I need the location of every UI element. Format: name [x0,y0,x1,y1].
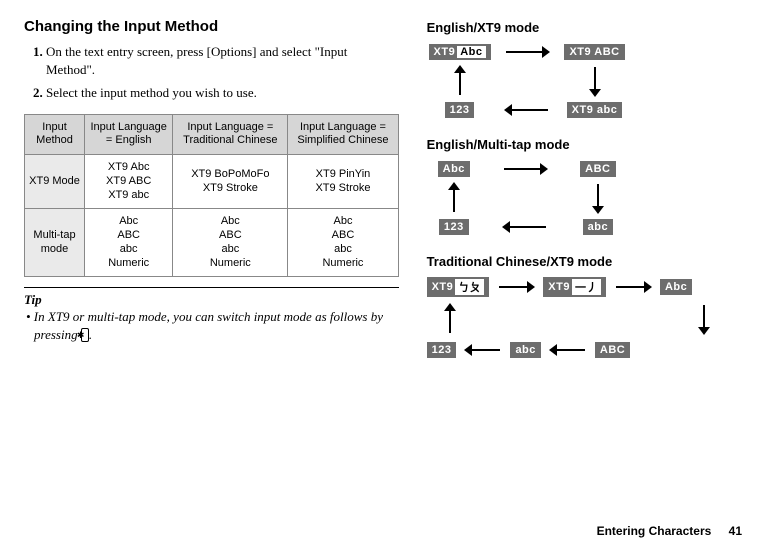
table-row: Multi-tap mode Abc ABC abc Numeric Abc A… [25,209,399,277]
cell: XT9 PinYin XT9 Stroke [288,155,398,209]
cell: Abc ABC abc Numeric [173,209,288,277]
th-lang-english: Input Language = English [85,114,173,155]
badge-123: 123 [445,102,475,118]
heading-english-xt9: English/XT9 mode [427,20,742,35]
cycle-trad-chinese: XT9ㄅㄆ XT9一丿 Abc 123 abc ABC [427,277,727,359]
arrow-up-icon [441,303,459,335]
row-multitap-label: Multi-tap mode [25,209,85,277]
badge-123: 123 [439,219,469,235]
th-lang-simp: Input Language = Simplified Chinese [288,114,398,155]
step-2: Select the input method you wish to use. [46,84,399,102]
heading-trad-chinese-xt9: Traditional Chinese/XT9 mode [427,254,742,269]
badge-abc-mixed: Abc [438,161,470,177]
badge-xt9-bopomofo: XT9ㄅㄆ [427,277,490,297]
step-1: On the text entry screen, press [Options… [46,43,399,78]
arrow-right-icon [504,43,550,61]
tip-body: • In XT9 or multi-tap mode, you can swit… [24,308,399,343]
cell: Abc ABC abc Numeric [85,209,173,277]
arrow-right-icon [614,278,652,296]
badge-123: 123 [427,342,457,358]
badge-xt9-abc-upper: XT9 ABC [564,44,624,60]
heading-english-multitap: English/Multi-tap mode [427,137,742,152]
th-input-method: Input Method [25,114,85,155]
badge-abc-lower: abc [583,219,613,235]
footer-page-number: 41 [729,524,742,538]
star-key-icon: ✱ [81,328,89,342]
arrow-left-icon [504,101,550,119]
arrow-right-icon [502,160,548,178]
cycle-english-multitap: Abc ABC 123 abc [427,160,627,236]
cell: XT9 Abc XT9 ABC XT9 abc [85,155,173,209]
tip-text-after: . [89,327,92,342]
arrow-left-icon [549,341,587,359]
arrow-down-icon [589,182,607,214]
arrow-right-icon [497,278,535,296]
tip-heading: Tip [24,287,399,308]
cell: Abc ABC abc Numeric [288,209,398,277]
arrow-up-icon [445,182,463,214]
footer-section: Entering Characters [597,524,712,538]
steps-list: On the text entry screen, press [Options… [24,43,399,102]
input-mode-table: Input Method Input Language = English In… [24,114,399,278]
arrow-down-icon [695,303,713,335]
heading-changing-input-method: Changing the Input Method [24,18,399,35]
arrow-up-icon [451,65,469,97]
table-row: XT9 Mode XT9 Abc XT9 ABC XT9 abc XT9 BoP… [25,155,399,209]
page-footer: Entering Characters 41 [597,524,742,538]
row-xt9-label: XT9 Mode [25,155,85,209]
badge-abc-upper: ABC [595,342,630,358]
cell: XT9 BoPoMoFo XT9 Stroke [173,155,288,209]
arrow-left-icon [464,341,502,359]
cycle-english-xt9: XT9Abc XT9 ABC 123 XT9 abc [427,43,627,119]
badge-abc-lower: abc [510,342,540,358]
badge-xt9-stroke: XT9一丿 [543,277,606,297]
badge-xt9-abc-lower: XT9 abc [567,102,623,118]
badge-abc-upper: ABC [580,161,615,177]
badge-abc-mixed: Abc [660,279,692,295]
badge-xt9-abc-mixed: XT9Abc [429,44,491,60]
arrow-down-icon [586,65,604,97]
arrow-left-icon [502,218,548,236]
th-lang-trad: Input Language = Traditional Chinese [173,114,288,155]
